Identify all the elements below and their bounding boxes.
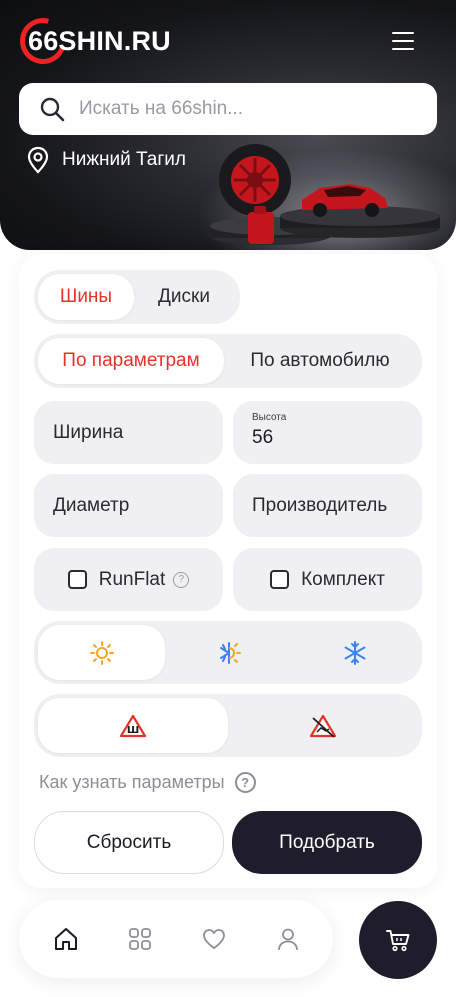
cart-icon [386,930,410,952]
diameter-label: Диаметр [53,494,130,516]
location-selector[interactable]: Нижний Тагил [26,146,186,174]
height-label: Высота [252,412,287,423]
tab-tires[interactable]: Шины [38,274,134,320]
height-value: 56 [252,427,274,448]
width-select[interactable]: Ширина [34,401,223,464]
category-tabs: Шины Диски [34,270,240,324]
hamburger-icon[interactable] [388,28,418,54]
runflat-label: RunFlat [98,568,166,590]
search-input[interactable] [79,98,399,120]
how-to-find-parameters-link[interactable]: Как узнать параметры ? [39,772,256,793]
runflat-toggle[interactable]: RunFlat ? [34,548,223,611]
studded-option[interactable]: Ш [38,698,228,753]
nav-catalog[interactable] [127,926,153,952]
manufacturer-select[interactable]: Производитель [233,474,422,537]
season-selector [34,621,422,684]
reset-button[interactable]: Сбросить [34,811,224,874]
tab-wheels[interactable]: Диски [134,274,234,320]
non-studded-option[interactable] [228,698,418,753]
stud-selector: Ш [34,694,422,757]
tab-by-parameters[interactable]: По параметрам [38,338,224,384]
how-to-find-label: Как узнать параметры [39,772,225,792]
kit-toggle[interactable]: Комплект [233,548,422,611]
svg-text:Ш: Ш [127,725,139,736]
hero-banner: 66SHIN.RU Нижний Тагил [0,0,456,250]
cart-button[interactable] [359,901,437,979]
search-bar[interactable] [19,83,437,135]
hero-illustration [210,144,440,245]
studded-sign-icon: Ш [119,714,147,737]
kit-checkbox[interactable] [270,570,290,589]
mode-tabs: По параметрам По автомобилю [34,334,422,388]
location-pin-icon [27,146,49,174]
runflat-help-icon[interactable]: ? [173,571,190,588]
home-icon [55,928,77,950]
nav-home[interactable] [53,926,79,952]
location-city: Нижний Тагил [62,149,186,170]
nav-profile[interactable] [275,926,301,952]
diameter-select[interactable]: Диаметр [34,474,223,537]
nav-favorites[interactable] [201,926,227,952]
logo-text: 66SHIN.RU [28,25,171,56]
help-icon: ? [234,772,256,793]
non-studded-sign-icon [309,714,337,738]
logo[interactable]: 66SHIN.RU [11,9,171,73]
season-all[interactable] [165,625,292,680]
bottom-navigation [19,900,333,978]
season-winter[interactable] [292,625,418,680]
all-season-icon [219,641,241,664]
catalog-grid-icon [129,928,151,950]
search-icon [40,97,65,122]
tire-filter-card: Шины Диски По параметрам По автомобилю Ш… [19,254,437,888]
runflat-checkbox[interactable] [67,570,87,589]
heart-icon [203,929,225,949]
sun-icon [89,640,114,665]
season-summer[interactable] [38,625,165,680]
width-label: Ширина [53,421,124,443]
tab-by-vehicle[interactable]: По автомобилю [224,338,416,384]
kit-label: Комплект [301,568,385,590]
manufacturer-label: Производитель [252,494,388,516]
pick-button[interactable]: Подобрать [232,811,422,874]
user-icon [278,928,298,951]
height-select[interactable]: Высота 56 [233,401,422,464]
snowflake-icon [344,640,366,665]
